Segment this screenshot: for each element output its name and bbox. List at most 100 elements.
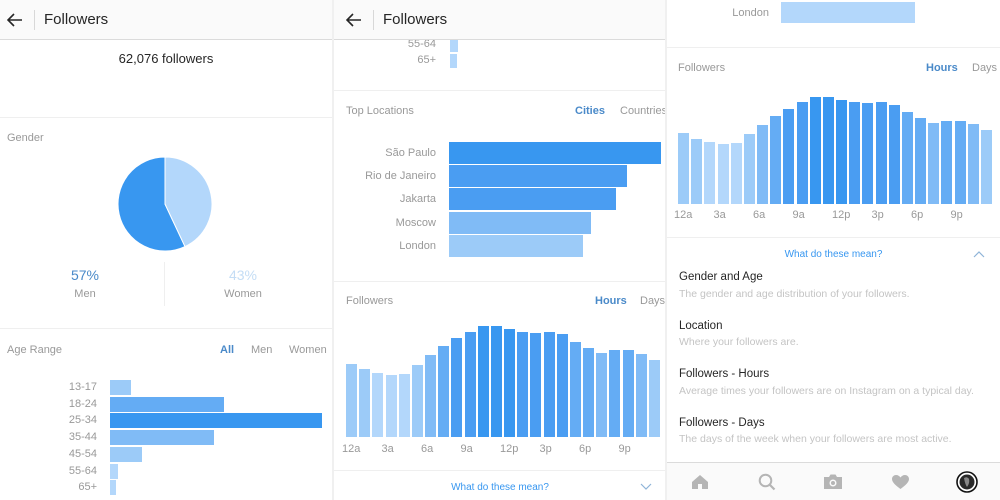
gender-label: Gender (7, 132, 44, 144)
hour-bar (954, 120, 966, 204)
hour-bar (451, 338, 463, 437)
hour-bar (704, 141, 716, 204)
divider (0, 117, 332, 118)
page-title: Followers (44, 11, 109, 28)
hour-bar (556, 333, 568, 437)
hour-tick-label: 12p (832, 209, 851, 221)
age-bar (110, 413, 322, 429)
hour-bar (757, 124, 769, 204)
hour-bar (425, 354, 437, 437)
hour-bar (464, 331, 476, 437)
back-arrow-icon (7, 12, 22, 27)
age-tab-men[interactable]: Men (251, 344, 272, 356)
age-bar (110, 463, 119, 479)
back-button[interactable] (339, 0, 369, 40)
hour-bar (809, 97, 821, 204)
definition-title: Followers - Hours (679, 368, 770, 380)
activity-tab-hours[interactable]: Hours (926, 62, 958, 74)
activity-tab-days[interactable]: Days (640, 295, 665, 307)
locations-tab-cities[interactable]: Cities (575, 105, 605, 117)
hour-bar (372, 372, 384, 437)
back-arrow-icon (346, 12, 361, 27)
hour-bar (928, 122, 940, 204)
divider (0, 328, 332, 329)
hour-bar (822, 97, 834, 204)
chevron-down-icon[interactable] (640, 483, 652, 491)
nav-camera[interactable] (818, 467, 848, 497)
definition-desc: The days of the week when your followers… (679, 433, 952, 445)
age-row-label: 35-44 (68, 431, 97, 444)
age-row-label: 25-34 (68, 414, 97, 427)
divider (334, 470, 666, 471)
what-do-these-mean-link[interactable]: What do these mean? (667, 249, 1000, 260)
age-tab-all[interactable]: All (220, 344, 234, 356)
follower-count: 62,076 followers (118, 51, 214, 66)
hour-tick-label: 3a (713, 209, 726, 221)
hour-tick-label: 3p (539, 443, 552, 455)
hour-bar (901, 111, 913, 204)
age-bar (110, 380, 132, 395)
age-row-label: 13-17 (68, 381, 97, 393)
age-row-label: 65+ (78, 481, 97, 494)
hour-bar (609, 350, 621, 437)
definition-desc: Average times your followers are on Inst… (679, 385, 974, 397)
header: Followers (334, 0, 666, 40)
gender-pie-chart (117, 156, 213, 252)
back-button[interactable] (0, 0, 30, 40)
divider (667, 47, 1000, 48)
men-percent: 57% (70, 267, 100, 283)
panel-overview: Followers 62,076 followers Gender 57% Me… (0, 0, 332, 500)
men-label: Men (74, 288, 96, 300)
hour-bar (915, 118, 927, 204)
header-separator (34, 9, 35, 30)
hour-bar (569, 341, 581, 437)
location-row-label: Rio de Janeiro (365, 170, 436, 183)
activity-tab-days[interactable]: Days (972, 62, 997, 74)
hour-bar (783, 108, 795, 204)
hour-bar (836, 100, 848, 204)
definition-title: Followers - Days (679, 417, 765, 429)
hour-bar (490, 326, 502, 437)
locations-tab-countries[interactable]: Countries (620, 105, 666, 117)
hour-bar (849, 102, 861, 204)
hour-bar (530, 332, 542, 437)
hour-bar (477, 326, 489, 437)
hour-bar (385, 374, 397, 437)
heart-icon (891, 474, 909, 489)
definition-desc: The gender and age distribution of your … (679, 288, 910, 300)
hour-bar (796, 102, 808, 204)
nav-profile[interactable] (952, 467, 982, 497)
age-tab-women[interactable]: Women (289, 344, 327, 356)
gender-divider (164, 262, 165, 306)
nav-home[interactable] (685, 467, 715, 497)
activity-tab-hours[interactable]: Hours (595, 295, 627, 307)
women-label: Women (224, 288, 262, 300)
age-bar (110, 480, 117, 496)
location-bar (449, 188, 617, 211)
age-bar (110, 430, 214, 446)
hour-tick-label: 9p (618, 443, 631, 455)
location-bar (449, 165, 628, 188)
hour-bar (504, 329, 516, 437)
panel-definitions: London Followers Hours Days 12a 3a 6a 9a 12p… (667, 0, 1000, 500)
definition-title: Gender and Age (679, 271, 763, 283)
hour-tick-label: 12p (500, 443, 519, 455)
nav-activity[interactable] (885, 467, 915, 497)
chevron-up-icon[interactable] (973, 250, 985, 258)
hour-bar (517, 331, 529, 437)
location-row-label: São Paulo (385, 147, 436, 159)
location-row-label: Moscow (395, 216, 436, 229)
hour-tick-label: 3p (871, 209, 884, 221)
hour-tick-label: 9p (950, 209, 963, 221)
hour-bar (770, 116, 782, 204)
nav-search[interactable] (752, 467, 782, 497)
camera-icon (824, 474, 843, 489)
followers-activity-label: Followers (346, 295, 394, 307)
definition-desc: Where your followers are. (679, 336, 799, 348)
what-do-these-mean-link[interactable]: What do these mean? (334, 482, 666, 493)
followers-hours-chart (346, 326, 662, 437)
location-bar-london (781, 2, 915, 23)
hour-bar (359, 369, 371, 437)
location-bar (449, 211, 592, 234)
age-bar (110, 396, 225, 412)
